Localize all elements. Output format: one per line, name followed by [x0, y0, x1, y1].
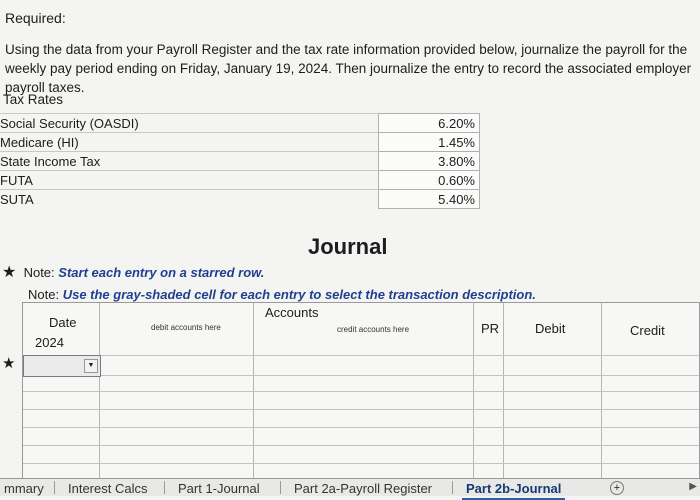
tax-name: Medicare (HI) [0, 132, 379, 152]
year-value: 2024 [35, 335, 64, 350]
tax-name: SUTA [0, 189, 379, 209]
tax-rate[interactable]: 1.45% [378, 132, 480, 152]
tax-name: FUTA [0, 170, 379, 190]
tax-row: State Income Tax 3.80% [0, 151, 480, 171]
note-label: Note: [23, 265, 55, 280]
sheet-tab-active[interactable]: Part 2b-Journal [462, 479, 566, 500]
note-text: Start each entry on a starred row. [58, 265, 265, 280]
tax-row: SUTA 5.40% [0, 189, 480, 209]
note-label: Note: [28, 287, 60, 302]
pr-header: PR [481, 321, 500, 336]
credit-accounts-hint: credit accounts here [337, 325, 410, 334]
tax-name: State Income Tax [0, 151, 379, 171]
required-heading: Required: [5, 10, 66, 26]
date-header: Date [49, 315, 77, 330]
tax-rates-title: Tax Rates [3, 92, 64, 107]
tax-row: Social Security (OASDI) 6.20% [0, 113, 480, 133]
instructions-text: Using the data from your Payroll Registe… [5, 42, 692, 95]
journal-grid[interactable]: Date 2024 Accounts debit accounts here c… [22, 302, 700, 482]
sheet-tab-bar: mmary Interest Calcs Part 1-Journal Part… [0, 478, 700, 500]
tax-row: Medicare (HI) 1.45% [0, 132, 480, 152]
sheet-tab[interactable]: Part 2a-Payroll Register [290, 479, 436, 498]
tax-rate[interactable]: 6.20% [378, 113, 480, 133]
sheet-tab[interactable]: mmary [0, 479, 48, 498]
scroll-right-icon[interactable]: ▶ [689, 481, 697, 492]
transaction-description-dropdown[interactable]: ▼ [23, 355, 101, 377]
sheet-tab[interactable]: Interest Calcs [64, 479, 151, 498]
debit-header: Debit [535, 321, 566, 336]
tax-name: Social Security (OASDI) [0, 113, 379, 133]
note-gray-cell: Note: Use the gray-shaded cell for each … [28, 287, 536, 302]
debit-accounts-hint: debit accounts here [151, 323, 221, 332]
tax-row: FUTA 0.60% [0, 170, 480, 190]
accounts-header: Accounts [265, 305, 319, 320]
tax-rate[interactable]: 3.80% [378, 151, 480, 171]
tax-rate[interactable]: 5.40% [378, 189, 480, 209]
note-text: Use the gray-shaded cell for each entry … [62, 287, 536, 302]
note-starred-row: ★ Note: Start each entry on a starred ro… [2, 262, 264, 282]
star-icon: ★ [2, 355, 16, 372]
tax-rates-table: Social Security (OASDI) 6.20% Medicare (… [0, 113, 480, 209]
journal-title: Journal [308, 234, 388, 259]
credit-header: Credit [630, 323, 665, 338]
sheet-tab[interactable]: Part 1-Journal [174, 479, 264, 498]
tax-rate[interactable]: 0.60% [378, 170, 480, 190]
add-sheet-icon[interactable]: + [610, 481, 624, 495]
star-icon: ★ [2, 264, 17, 281]
chevron-down-icon[interactable]: ▼ [84, 359, 98, 373]
